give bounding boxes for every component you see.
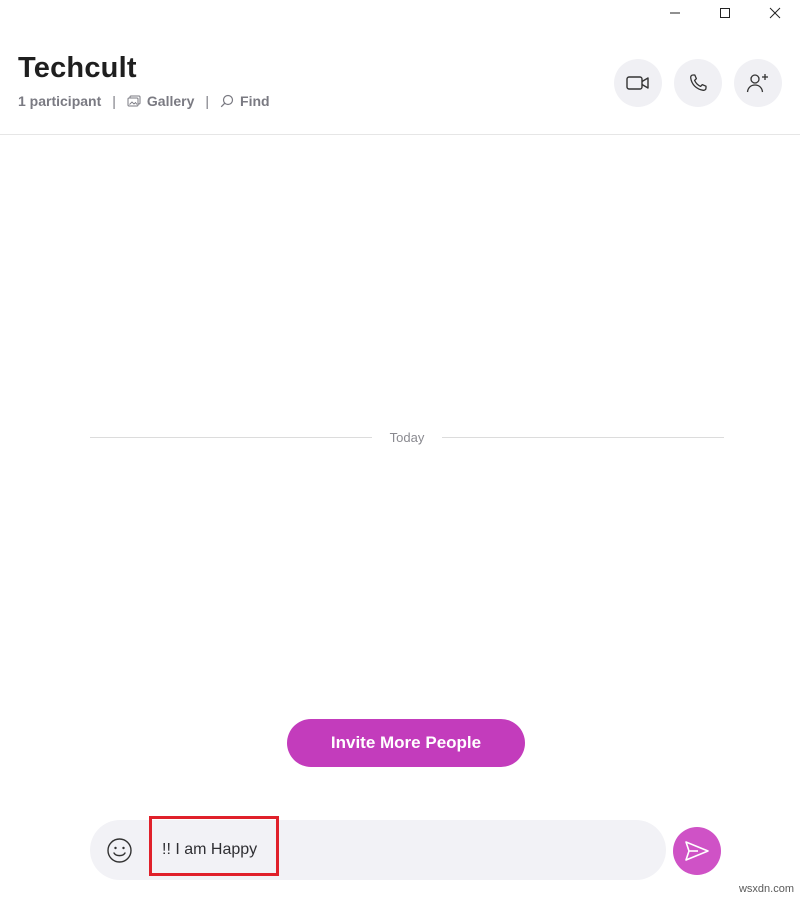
- send-icon: [685, 841, 709, 861]
- gallery-icon: [127, 95, 141, 107]
- audio-call-icon: [690, 74, 707, 91]
- conversation-header: Techcult 1 participant | Gallery | Find: [0, 0, 800, 135]
- emoji-button[interactable]: [106, 837, 133, 864]
- video-call-icon: [626, 76, 649, 90]
- invite-more-people-button[interactable]: Invite More People: [287, 719, 525, 767]
- audio-call-button[interactable]: [674, 59, 722, 107]
- divider-line-right: [442, 437, 725, 438]
- smiley-icon: [107, 838, 132, 863]
- search-icon: [220, 94, 234, 108]
- add-people-icon: [746, 74, 768, 93]
- header-actions: [614, 59, 782, 107]
- find-link[interactable]: Find: [220, 93, 270, 109]
- divider-line-left: [90, 437, 372, 438]
- gallery-label: Gallery: [146, 93, 195, 109]
- message-composer: [90, 816, 666, 880]
- find-label: Find: [240, 93, 270, 109]
- add-people-button[interactable]: [734, 59, 782, 107]
- conversation-subline: 1 participant | Gallery | Find: [18, 93, 270, 109]
- watermark: wsxdn.com: [738, 883, 794, 895]
- send-button[interactable]: [673, 827, 721, 875]
- date-divider: Today: [90, 430, 725, 445]
- video-call-button[interactable]: [614, 59, 662, 107]
- gallery-link[interactable]: Gallery: [127, 93, 194, 109]
- separator: |: [205, 93, 210, 109]
- separator: |: [112, 93, 116, 109]
- participants-count[interactable]: 1 participant: [18, 93, 101, 109]
- skype-chat-window: Techcult 1 participant | Gallery | Find: [0, 0, 800, 899]
- conversation-title[interactable]: Techcult: [18, 52, 137, 85]
- message-input[interactable]: [162, 838, 642, 862]
- date-divider-label: Today: [389, 430, 425, 445]
